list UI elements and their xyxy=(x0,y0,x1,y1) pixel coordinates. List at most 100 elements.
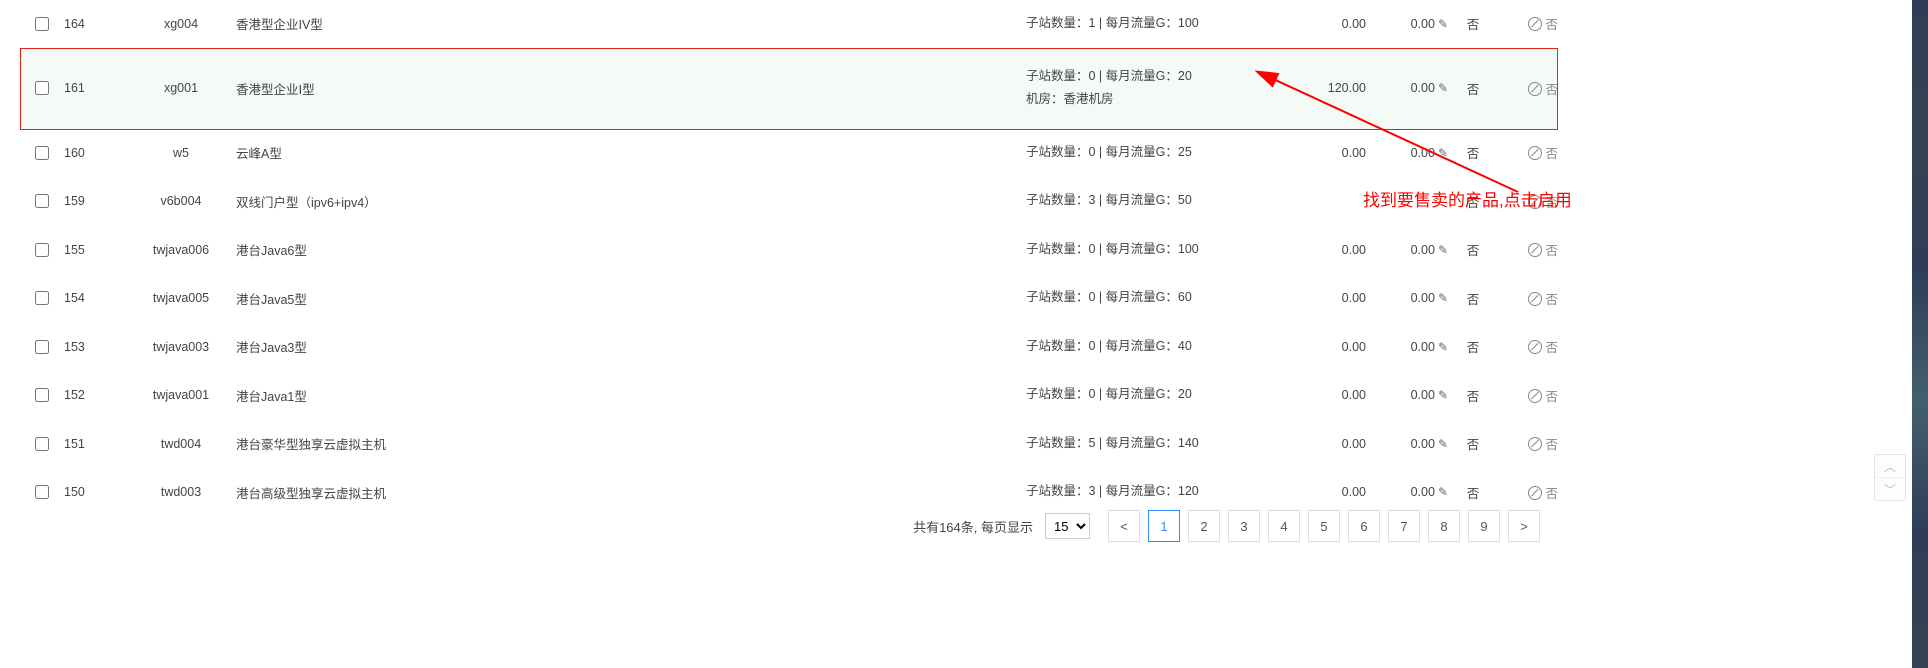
edit-icon[interactable]: ✎ xyxy=(1438,17,1448,31)
table-row: 160w5云峰A型子站数量：0 | 每月流量G：250.000.00✎否否 xyxy=(18,129,1558,177)
row-action-text[interactable]: 否 xyxy=(1545,147,1558,161)
pager-page-8[interactable]: 8 xyxy=(1428,510,1460,542)
pager-page-4[interactable]: 4 xyxy=(1268,510,1300,542)
ban-icon[interactable] xyxy=(1528,389,1542,403)
row-check-cell xyxy=(18,372,64,420)
row-action-text[interactable]: 否 xyxy=(1545,293,1558,307)
row-price-1: 0.00 xyxy=(1276,0,1366,48)
pager-page-1[interactable]: 1 xyxy=(1148,510,1180,542)
row-checkbox[interactable] xyxy=(35,388,49,402)
row-info: 子站数量：0 | 每月流量G：20 xyxy=(1026,372,1276,420)
row-flag: 否 xyxy=(1448,372,1498,420)
edit-icon[interactable]: ✎ xyxy=(1438,81,1448,95)
table-row: 154twjava005港台Java5型子站数量：0 | 每月流量G：600.0… xyxy=(18,275,1558,323)
pager-page-6[interactable]: 6 xyxy=(1348,510,1380,542)
edit-icon[interactable]: ✎ xyxy=(1438,388,1448,402)
row-info: 子站数量：0 | 每月流量G：60 xyxy=(1026,275,1276,323)
row-check-cell xyxy=(18,420,64,468)
ban-icon[interactable] xyxy=(1528,437,1542,451)
row-price-1: 0.00 xyxy=(1276,323,1366,371)
row-action-text[interactable]: 否 xyxy=(1545,390,1558,404)
row-action: 否 xyxy=(1498,129,1558,177)
row-price-1: 0.00 xyxy=(1276,226,1366,274)
row-action-text[interactable]: 否 xyxy=(1545,438,1558,452)
ban-icon[interactable] xyxy=(1528,17,1542,31)
row-price-1 xyxy=(1276,178,1366,226)
row-id: 155 xyxy=(64,226,126,274)
row-action: 否 xyxy=(1498,178,1558,226)
pager-next[interactable]: > xyxy=(1508,510,1540,542)
row-check-cell xyxy=(18,49,64,129)
row-code: twjava006 xyxy=(126,226,236,274)
row-info: 子站数量：3 | 每月流量G：50 xyxy=(1026,178,1276,226)
pager-page-5[interactable]: 5 xyxy=(1308,510,1340,542)
row-action: 否 xyxy=(1498,49,1558,129)
row-flag: 否 xyxy=(1448,420,1498,468)
pager-page-9[interactable]: 9 xyxy=(1468,510,1500,542)
row-action: 否 xyxy=(1498,226,1558,274)
row-id: 159 xyxy=(64,178,126,226)
ban-icon[interactable] xyxy=(1528,340,1542,354)
row-action-text[interactable]: 否 xyxy=(1545,18,1558,32)
ban-icon[interactable] xyxy=(1528,82,1542,96)
row-code: twd004 xyxy=(126,420,236,468)
row-flag: 否 xyxy=(1448,275,1498,323)
row-action-text[interactable]: 否 xyxy=(1545,83,1558,97)
ban-icon[interactable] xyxy=(1528,486,1542,500)
ban-icon[interactable] xyxy=(1528,292,1542,306)
row-checkbox[interactable] xyxy=(35,437,49,451)
table-row: 153twjava003港台Java3型子站数量：0 | 每月流量G：400.0… xyxy=(18,323,1558,371)
pager-page-7[interactable]: 7 xyxy=(1388,510,1420,542)
row-checkbox[interactable] xyxy=(35,146,49,160)
row-price-1: 120.00 xyxy=(1276,49,1366,129)
row-price-1: 0.00 xyxy=(1276,275,1366,323)
edit-icon[interactable]: ✎ xyxy=(1438,485,1448,499)
row-action-text[interactable]: 否 xyxy=(1545,196,1558,210)
row-name: 双线门户型（ipv6+ipv4） xyxy=(236,178,1026,226)
row-action: 否 xyxy=(1498,372,1558,420)
row-checkbox[interactable] xyxy=(35,340,49,354)
row-name: 香港型企业Ⅰ型 xyxy=(236,49,1026,129)
edit-icon[interactable]: ✎ xyxy=(1438,291,1448,305)
pager-page-3[interactable]: 3 xyxy=(1228,510,1260,542)
row-price-1: 0.00 xyxy=(1276,129,1366,177)
pager-summary: 共有164条, 每页显示 xyxy=(913,517,1033,536)
row-checkbox[interactable] xyxy=(35,81,49,95)
row-checkbox[interactable] xyxy=(35,194,49,208)
row-name: 港台豪华型独享云虚拟主机 xyxy=(236,420,1026,468)
row-action-text[interactable]: 否 xyxy=(1545,244,1558,258)
edit-icon[interactable]: ✎ xyxy=(1438,146,1448,160)
row-name: 港台Java5型 xyxy=(236,275,1026,323)
row-code: v6b004 xyxy=(126,178,236,226)
edit-icon[interactable]: ✎ xyxy=(1438,340,1448,354)
row-checkbox[interactable] xyxy=(35,243,49,257)
per-page-select[interactable]: 15 xyxy=(1045,513,1090,539)
row-action: 否 xyxy=(1498,275,1558,323)
edit-icon[interactable]: ✎ xyxy=(1438,243,1448,257)
row-action: 否 xyxy=(1498,323,1558,371)
row-info: 子站数量：0 | 每月流量G：40 xyxy=(1026,323,1276,371)
row-name: 港台Java1型 xyxy=(236,372,1026,420)
table-row: 161xg001香港型企业Ⅰ型子站数量：0 | 每月流量G：20机房：香港机房1… xyxy=(18,49,1558,129)
ban-icon[interactable] xyxy=(1528,146,1542,160)
row-name: 香港型企业IV型 xyxy=(236,0,1026,48)
row-info: 子站数量：5 | 每月流量G：140 xyxy=(1026,420,1276,468)
ban-icon[interactable] xyxy=(1528,243,1542,257)
row-price-1: 0.00 xyxy=(1276,372,1366,420)
scroll-up-button[interactable]: ︿ xyxy=(1875,455,1905,478)
row-price-2: 0.00✎ xyxy=(1366,323,1448,371)
row-code: twjava005 xyxy=(126,275,236,323)
scroll-down-button[interactable]: ﹀ xyxy=(1875,478,1905,500)
row-flag: 否 xyxy=(1448,178,1498,226)
row-checkbox[interactable] xyxy=(35,17,49,31)
pager-page-2[interactable]: 2 xyxy=(1188,510,1220,542)
edit-icon[interactable]: ✎ xyxy=(1438,437,1448,451)
ban-icon[interactable] xyxy=(1528,195,1542,209)
row-action-text[interactable]: 否 xyxy=(1545,487,1558,501)
pager-prev[interactable]: < xyxy=(1108,510,1140,542)
row-action-text[interactable]: 否 xyxy=(1545,341,1558,355)
row-checkbox[interactable] xyxy=(35,485,49,499)
row-action: 否 xyxy=(1498,420,1558,468)
row-checkbox[interactable] xyxy=(35,291,49,305)
row-code: xg001 xyxy=(126,49,236,129)
